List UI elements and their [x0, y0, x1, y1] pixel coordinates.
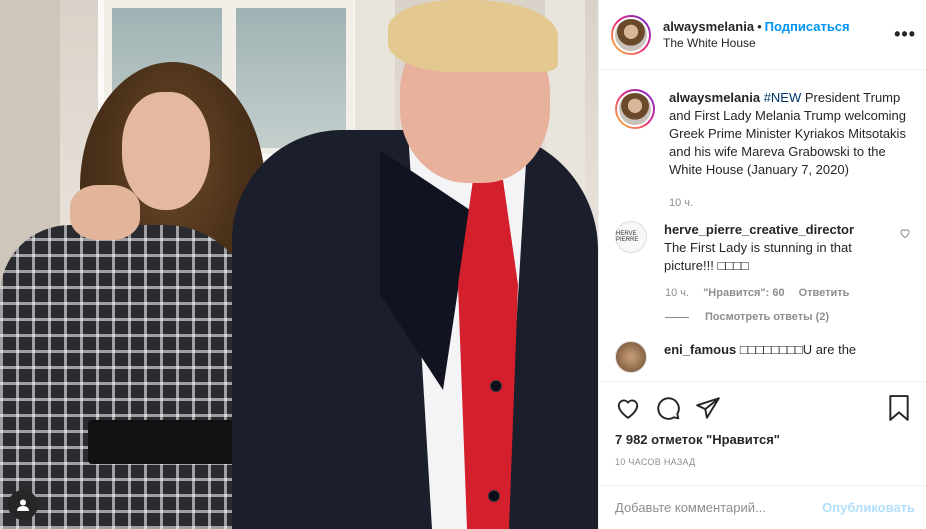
- comment-username[interactable]: herve_pierre_creative_director: [664, 221, 889, 239]
- view-replies[interactable]: Посмотреть ответы (2): [665, 311, 911, 323]
- comments-list[interactable]: alwaysmelania #NEW President Trump and F…: [599, 71, 926, 381]
- photo-coat-button: [490, 380, 502, 392]
- comment-heart-icon[interactable]: [899, 227, 911, 239]
- add-comment-bar: Опубликовать: [599, 485, 926, 529]
- caption-hashtag[interactable]: #NEW: [764, 90, 802, 105]
- post-photo[interactable]: [0, 0, 598, 529]
- publish-button[interactable]: Опубликовать: [822, 500, 915, 515]
- more-icon[interactable]: •••: [894, 24, 916, 45]
- author-avatar[interactable]: [611, 14, 651, 55]
- tagged-users-button[interactable]: [8, 490, 38, 520]
- share-icon[interactable]: [695, 395, 721, 421]
- caption-avatar[interactable]: [615, 89, 655, 129]
- comment-username[interactable]: eni_famous: [664, 342, 736, 357]
- photo-woman-face: [122, 92, 210, 210]
- caption-time: 10 ч.: [669, 197, 694, 209]
- comment-time: 10 ч.: [665, 287, 690, 299]
- separator-dot: •: [757, 18, 762, 34]
- photo-man-tie: [458, 180, 518, 529]
- post-header: alwaysmelania • Подписаться The White Hous…: [599, 0, 926, 70]
- post-sidebar: alwaysmelania • Подписаться The White Hous…: [598, 0, 926, 529]
- photo-woman-hand: [70, 185, 140, 240]
- comment-avatar[interactable]: HERVE PIERRE: [615, 221, 647, 253]
- comment-likes[interactable]: "Нравится": 60: [703, 287, 784, 299]
- reply-button[interactable]: Ответить: [799, 287, 850, 299]
- comment-item: HERVE PIERRE herve_pierre_creative_direc…: [615, 221, 911, 275]
- comment-meta: 10 ч. "Нравится": 60 Ответить: [665, 287, 911, 299]
- likes-count[interactable]: 7 982 отметок "Нравится": [615, 432, 911, 447]
- comment-item: eni_famous □□□□□□□□U are the: [615, 341, 911, 373]
- photo-woman-belt: [88, 420, 238, 464]
- follow-button[interactable]: Подписаться: [765, 19, 850, 34]
- photo-coat-button: [488, 490, 500, 502]
- user-icon: [17, 499, 29, 511]
- author-username[interactable]: alwaysmelania: [663, 19, 754, 34]
- photo-man-hair: [388, 0, 558, 72]
- caption-username[interactable]: alwaysmelania: [669, 90, 760, 105]
- view-replies-label: Посмотреть ответы (2): [705, 311, 830, 323]
- comment-input[interactable]: [615, 500, 823, 515]
- posted-time: 10 часов назад: [615, 457, 696, 467]
- post-actions: 7 982 отметок "Нравится" 10 часов назад: [599, 381, 926, 467]
- comment-text: □□□□□□□□U are the: [739, 342, 857, 357]
- bookmark-icon[interactable]: [887, 395, 911, 424]
- location-link[interactable]: The White House: [663, 35, 850, 52]
- post-caption: alwaysmelania #NEW President Trump and F…: [615, 89, 911, 179]
- heart-icon[interactable]: [615, 395, 641, 421]
- comment-avatar[interactable]: [615, 341, 647, 373]
- photo-woman-dress: [0, 225, 255, 529]
- comment-icon[interactable]: [655, 395, 681, 421]
- comment-text: The First Lady is stunning in that pictu…: [664, 240, 852, 273]
